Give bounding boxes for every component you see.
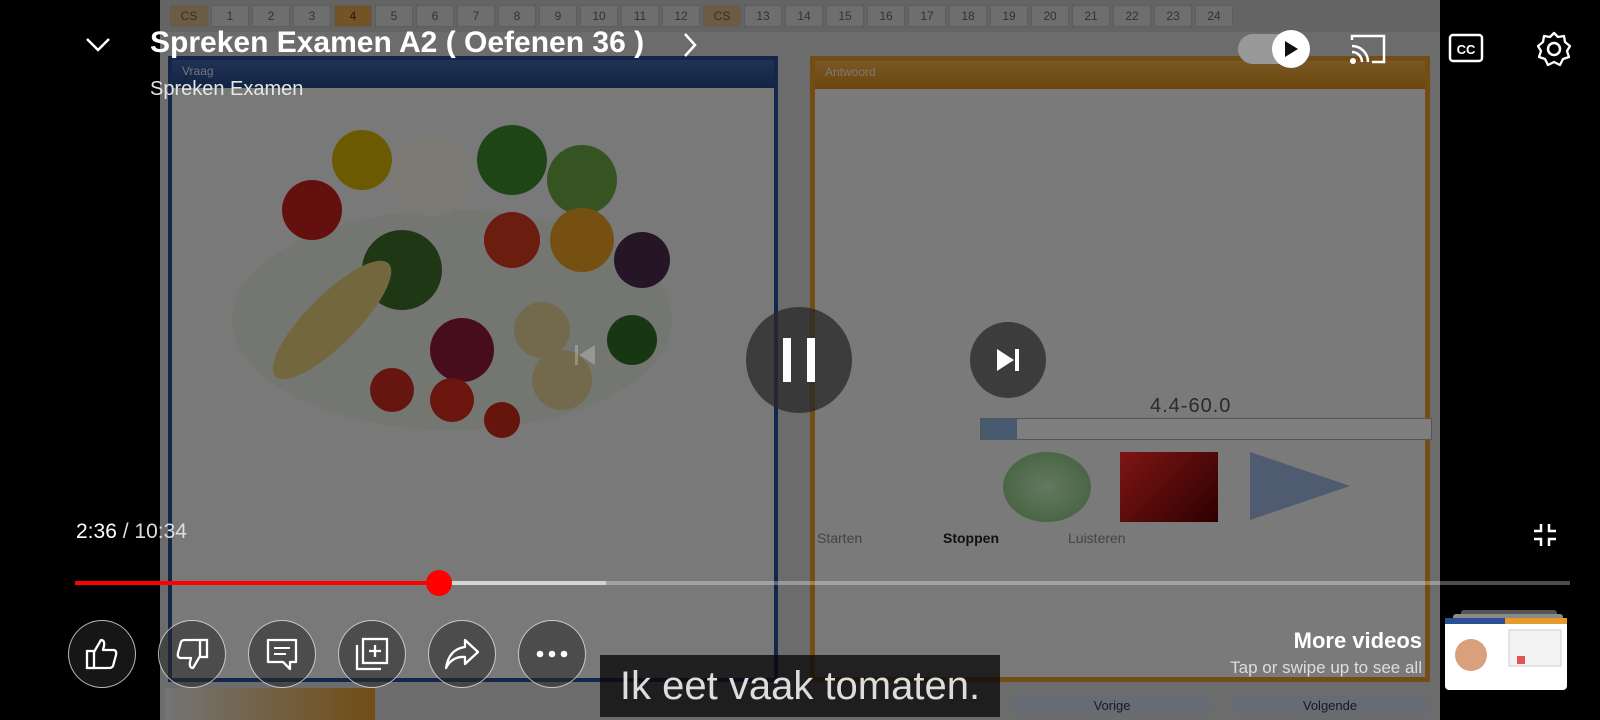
scrubber-handle[interactable] [426,570,453,596]
next-video-button[interactable] [970,322,1046,398]
seek-bar[interactable] [75,570,1570,596]
previous-video-icon [560,330,610,380]
channel-name[interactable]: Spreken Examen [150,78,303,101]
more-videos-thumbnail[interactable] [1445,610,1567,690]
cast-icon[interactable] [1348,32,1388,71]
video-title[interactable]: Spreken Examen A2 ( Oefenen 36 ) [150,26,644,60]
more-horizontal-icon [536,650,568,658]
played-bar [75,581,440,585]
like-button[interactable] [68,620,136,688]
minimize-chevron-down-icon[interactable] [84,34,112,59]
autoplay-toggle[interactable] [1238,30,1310,68]
more-videos-hint: Tap or swipe up to see all [1230,658,1422,677]
svg-text:CC: CC [1457,42,1476,57]
more-videos[interactable]: More videos Tap or swipe up to see all [1230,628,1422,678]
thumbs-up-icon [85,638,118,670]
caption-text: Ik eet vaak tomaten. [600,655,1000,717]
add-to-playlist-icon [355,637,389,671]
chevron-right-icon[interactable] [682,30,698,65]
exit-fullscreen-icon[interactable] [1532,522,1558,553]
share-icon [444,638,480,670]
share-button[interactable] [428,620,496,688]
comment-icon [266,638,298,671]
pause-button[interactable] [746,307,852,413]
comments-button[interactable] [248,620,316,688]
save-to-playlist-button[interactable] [338,620,406,688]
duration: 10:34 [134,520,187,543]
more-videos-title: More videos [1293,628,1422,653]
time-separator: / [122,520,129,543]
gear-icon[interactable] [1535,30,1573,73]
time-display: 2:36 / 10:34 [76,520,187,544]
cc-icon[interactable]: CC [1448,33,1484,68]
autoplay-play-icon [1272,30,1310,68]
dislike-button[interactable] [158,620,226,688]
current-time: 2:36 [76,520,117,543]
more-actions-button[interactable] [518,620,586,688]
thumbs-down-icon [176,638,209,670]
